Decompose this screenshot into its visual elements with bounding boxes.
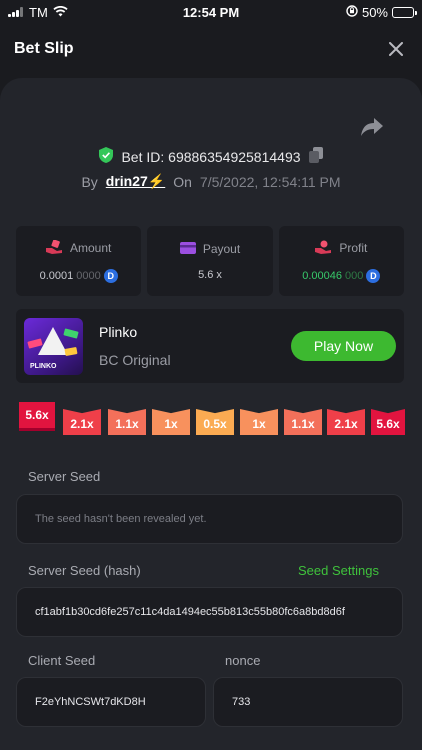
multiplier-pill: 1x <box>152 409 190 435</box>
wifi-icon <box>53 5 68 20</box>
stat-payout-label: Payout <box>202 242 241 256</box>
status-bar: TM 12:54 PM 50% <box>0 0 422 24</box>
client-seed-field[interactable]: F2eYhNCSWt7dKD8H <box>16 677 206 727</box>
battery-icon <box>392 6 417 18</box>
stat-profit-trailing-zeros: 000 <box>345 269 364 282</box>
copy-icon <box>308 147 323 163</box>
cellular-signal-icon <box>8 7 23 17</box>
stat-amount-value: 0.0001 <box>39 269 74 282</box>
stat-card-profit: Profit 0.00046 000 D <box>278 226 404 296</box>
multiplier-pill: 0.5x <box>196 409 234 435</box>
carrier-label: TM <box>29 4 48 20</box>
by-label: By <box>81 173 98 190</box>
bet-byline: By drin27⚡ On 7/5/2022, 12:54:11 PM <box>0 173 422 190</box>
stat-card-amount: Amount 0.0001 0000 D <box>16 226 142 296</box>
game-thumbnail[interactable]: PLINKO <box>24 317 83 375</box>
multiplier-pill: 5.6x <box>19 402 55 428</box>
bet-date: 7/5/2022, 12:54:11 PM <box>199 173 341 190</box>
client-seed-label: Client Seed <box>28 653 96 668</box>
coin-icon: D <box>366 268 381 283</box>
play-now-button[interactable]: Play Now <box>291 331 396 361</box>
multiplier-pill: 1.1x <box>108 409 146 435</box>
multiplier-pill: 1.1x <box>284 409 322 435</box>
username-link[interactable]: drin27⚡ <box>106 173 165 190</box>
stat-amount-trailing-zeros: 0000 <box>76 269 101 282</box>
nonce-field[interactable]: 733 <box>213 677 403 727</box>
seed-settings-link[interactable]: Seed Settings <box>298 563 379 578</box>
orientation-lock-icon <box>346 4 358 20</box>
share-button[interactable] <box>360 116 384 138</box>
page-title: Bet Slip <box>14 40 74 57</box>
card-icon <box>179 241 196 257</box>
shield-check-icon <box>99 147 114 166</box>
game-provider: BC Original <box>99 352 171 368</box>
nonce-label: nonce <box>225 653 261 668</box>
multiplier-pill: 5.6x <box>371 409 405 435</box>
profit-hand-icon <box>315 240 332 257</box>
stat-profit-value: 0.00046 <box>302 269 343 282</box>
multiplier-pill: 1x <box>240 409 278 435</box>
battery-percent: 50% <box>361 4 388 20</box>
share-icon <box>361 118 383 136</box>
server-seed-field: The seed hasn't been revealed yet. <box>16 494 403 544</box>
multiplier-pill: 2.1x <box>327 409 365 435</box>
stat-amount-label: Amount <box>69 241 112 255</box>
on-label: On <box>173 173 192 190</box>
hand-coins-icon <box>45 238 63 257</box>
stat-card-payout: Payout 5.6 x <box>147 226 273 296</box>
close-icon <box>389 42 403 56</box>
game-card: PLINKO Plinko BC Original Play Now <box>16 309 404 383</box>
bet-id-text: Bet ID: 69886354925814493 <box>121 148 301 165</box>
server-seed-label: Server Seed <box>28 469 101 484</box>
close-button[interactable] <box>384 36 408 62</box>
bet-stats: Amount 0.0001 0000 D Payout 5.6 x Profit … <box>16 226 404 296</box>
stat-payout-value: 5.6 x <box>198 268 222 281</box>
bet-id-row: Bet ID: 69886354925814493 <box>0 147 422 166</box>
bet-slip-header: Bet Slip <box>0 24 422 74</box>
multiplier-row: 5.6x 2.1x 1.1x 1x 0.5x 1x 1.1x 2.1x 5.6x <box>0 402 422 442</box>
server-seed-hash-field[interactable]: cf1abf1b30cd6fe257c11c4da1494ec55b813c55… <box>16 587 403 637</box>
game-thumbnail-label: PLINKO <box>30 362 57 370</box>
multiplier-pill: 2.1x <box>63 409 101 435</box>
server-seed-hash-label: Server Seed (hash) <box>28 563 141 578</box>
copy-button[interactable] <box>308 147 323 166</box>
game-name: Plinko <box>99 324 138 340</box>
coin-icon: D <box>103 268 118 283</box>
stat-profit-label: Profit <box>339 241 368 255</box>
